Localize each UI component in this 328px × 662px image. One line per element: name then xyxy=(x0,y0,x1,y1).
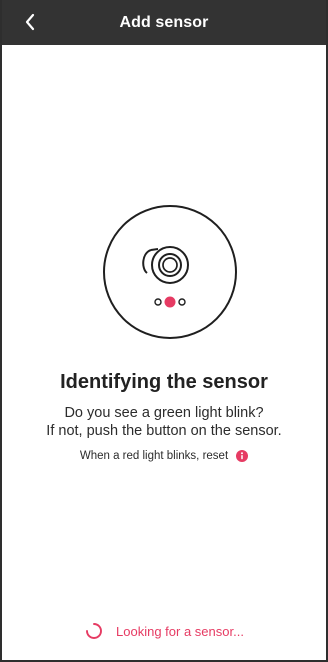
search-status-text: Looking for a sensor... xyxy=(116,623,244,639)
center-led-icon xyxy=(164,296,176,308)
identifying-title: Identifying the sensor xyxy=(60,371,268,393)
chevron-left-icon xyxy=(25,13,35,31)
instruction-line-2: If not, push the button on the sensor. xyxy=(46,423,282,439)
search-status: Looking for a sensor... xyxy=(2,621,326,641)
reset-hint: When a red light blinks, reset xyxy=(2,450,326,462)
page-title: Add sensor xyxy=(119,13,209,31)
instruction-line-1: Do you see a green light blink? xyxy=(64,405,264,421)
app-frame: Add sensor Identifying the sensor Do you… xyxy=(0,0,328,662)
sensor-illustration xyxy=(103,205,237,339)
info-icon[interactable] xyxy=(236,450,249,462)
reset-hint-text: When a red light blinks, reset xyxy=(79,450,229,462)
top-bar: Add sensor xyxy=(2,0,326,45)
sensor-button-icon xyxy=(151,246,189,284)
back-button[interactable] xyxy=(20,12,40,32)
left-led-icon xyxy=(154,298,162,306)
spinner-icon xyxy=(84,621,104,641)
right-led-icon xyxy=(178,298,186,306)
